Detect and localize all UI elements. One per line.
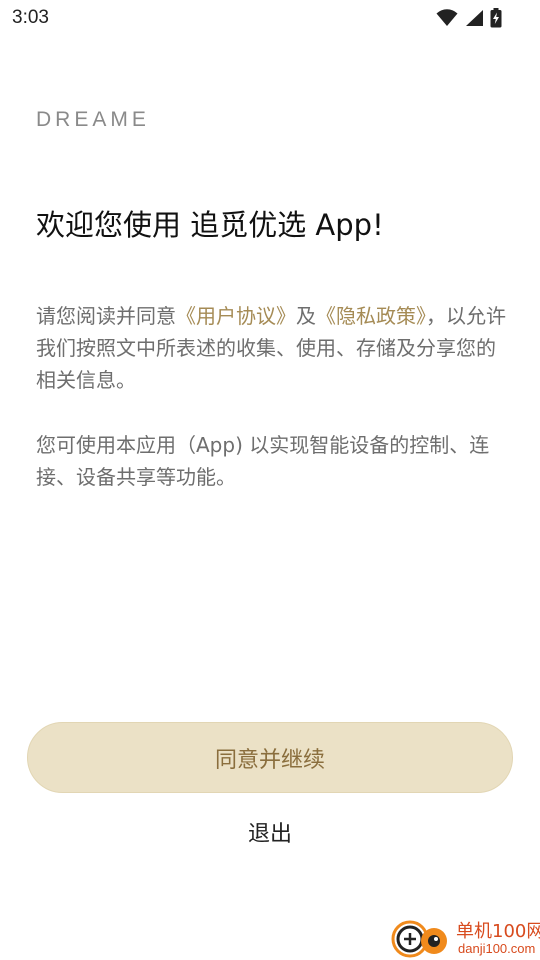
welcome-title: 欢迎您使用 追觅优选 App! xyxy=(36,208,384,242)
description-paragraph: 您可使用本应用（App) 以实现智能设备的控制、连接、设备共享等功能。 xyxy=(36,433,490,489)
watermark-text-en: danji100.com xyxy=(458,941,536,956)
watermark-text-cn: 单机100网 xyxy=(456,921,540,942)
wifi-icon xyxy=(436,9,458,26)
status-bar: 3:03 xyxy=(0,0,540,36)
agreement-connector: 及 xyxy=(296,304,316,328)
user-agreement-link[interactable]: 《用户协议》 xyxy=(176,304,296,328)
agree-continue-button[interactable]: 同意并继续 xyxy=(27,722,513,793)
dreame-logo: DREAME xyxy=(36,108,150,131)
exit-button[interactable]: 退出 xyxy=(200,812,340,852)
privacy-policy-link[interactable]: 《隐私政策》 xyxy=(316,304,426,328)
status-time: 3:03 xyxy=(12,7,49,28)
agreement-text-before: 请您阅读并同意 xyxy=(36,304,176,328)
battery-charging-icon xyxy=(490,8,502,28)
danji-logo-icon xyxy=(391,920,447,958)
watermark: 单机100网 danji100.com xyxy=(388,915,540,960)
agreement-paragraph: 请您阅读并同意《用户协议》及《隐私政策》，以允许我们按照文中所表述的收集、使用、… xyxy=(36,300,506,396)
signal-icon xyxy=(466,10,483,26)
status-icons xyxy=(436,8,502,28)
